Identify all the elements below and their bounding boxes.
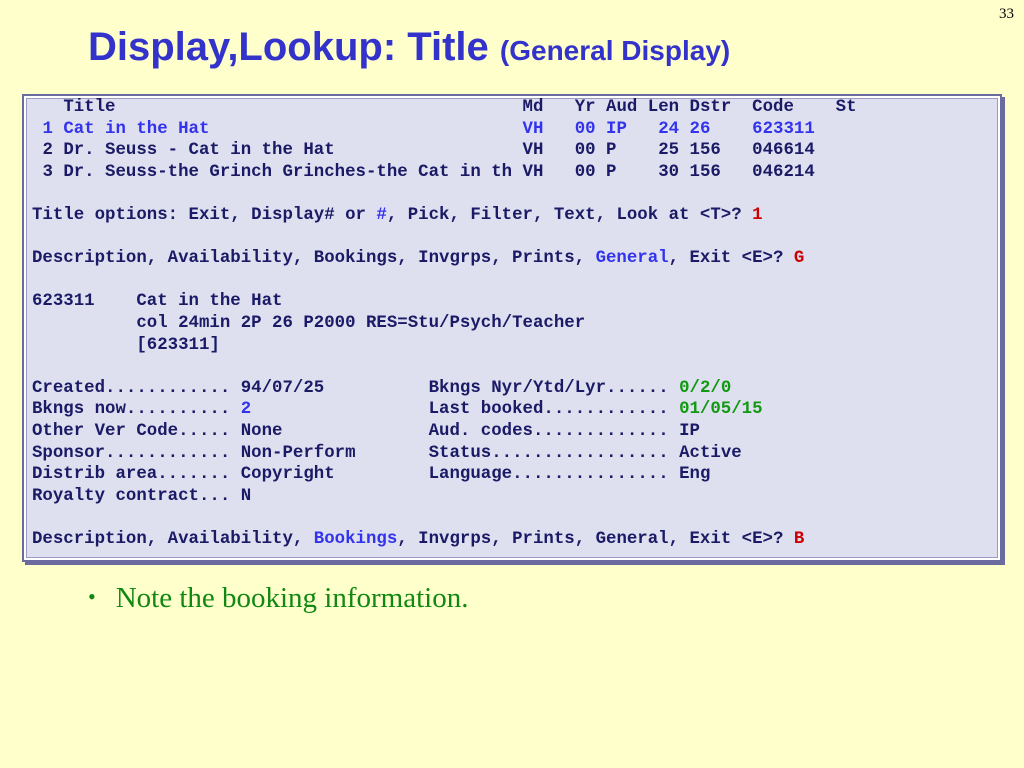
field-label: Created............ [32, 378, 231, 398]
prompt-answer[interactable]: 1 [752, 206, 762, 225]
row-dstr: 26 [689, 119, 711, 139]
row-dstr: 156 [689, 162, 721, 182]
field-value: N [240, 486, 252, 506]
row-aud: P [606, 162, 617, 182]
row-title: Cat in the Hat [63, 119, 210, 139]
field-label: Distrib area....... [32, 465, 231, 485]
slide-title-sub: (General Display) [499, 35, 731, 66]
field-value: Eng [679, 465, 711, 485]
row-md: VH [522, 162, 544, 182]
field-label: Other Ver Code..... [32, 421, 231, 441]
col-aud: Aud [606, 98, 638, 117]
field-row: Bkngs now.......... 2 Last booked.......… [32, 399, 857, 421]
prompt-text: Description, Availability, Bookings, Inv… [32, 249, 596, 269]
field-label: Bkngs now.......... [32, 400, 231, 420]
display-options-prompt-bookings[interactable]: Description, Availability, Bookings, Inv… [32, 529, 857, 551]
prompt-text: Description, Availability, [32, 529, 314, 549]
field-row: Distrib area....... Copyright Language..… [32, 464, 857, 486]
field-label: Language............... [428, 465, 669, 485]
bullet-dot-icon: • [88, 584, 96, 609]
row-title: Dr. Seuss - Cat in the Hat [63, 141, 335, 161]
col-dstr: Dstr [689, 98, 732, 117]
display-options-prompt[interactable]: Description, Availability, Bookings, Inv… [32, 248, 857, 270]
prompt-text: , Exit <E>? [668, 249, 794, 269]
detail-ref-text: [623311] [136, 335, 220, 355]
detail-code: 623311 [32, 292, 95, 312]
field-label: Sponsor............ [32, 443, 231, 463]
row-number: 1 [42, 119, 53, 139]
row-number: 3 [42, 162, 53, 182]
row-md: VH [522, 119, 544, 139]
detail-description: col 24min 2P 26 P2000 RES=Stu/Psych/Teac… [32, 313, 857, 335]
row-yr: 00 [574, 141, 596, 161]
field-label: Status................. [428, 443, 669, 463]
field-row: Other Ver Code..... None Aud. codes.....… [32, 421, 857, 443]
field-row: Sponsor............ Non-Perform Status..… [32, 443, 857, 465]
col-yr: Yr [574, 98, 596, 117]
row-code: 623311 [752, 119, 815, 139]
row-code: 046214 [752, 162, 815, 182]
field-value: None [240, 421, 283, 441]
col-st: St [835, 98, 857, 117]
row-dstr: 156 [689, 141, 721, 161]
detail-desc-text: col 24min 2P 26 P2000 RES=Stu/Psych/Teac… [136, 313, 586, 333]
field-label: Bkngs Nyr/Ytd/Lyr...... [428, 378, 669, 398]
bullet-text: Note the booking information. [115, 582, 469, 614]
row-yr: 00 [574, 119, 596, 139]
result-row[interactable]: 2 Dr. Seuss - Cat in the Hat VH 00 P 25 … [32, 140, 857, 162]
prompt-answer[interactable]: B [794, 530, 804, 549]
row-yr: 00 [574, 162, 596, 182]
field-label: Royalty contract... [32, 486, 231, 506]
slide-title-main: Display,Lookup: Title [88, 25, 489, 69]
col-len: Len [647, 98, 680, 117]
field-row: Created............ 94/07/25 Bkngs Nyr/Y… [32, 378, 857, 400]
col-title: Title [63, 98, 116, 117]
field-value: 01/05/15 [679, 400, 763, 420]
field-value: Active [679, 443, 742, 463]
row-aud: P [606, 141, 617, 161]
prompt-answer[interactable]: G [794, 249, 804, 268]
field-label: Last booked............ [428, 400, 669, 420]
row-md: VH [522, 141, 544, 161]
field-row: Royalty contract... N [32, 486, 857, 508]
bullet-item: • Note the booking information. [88, 582, 468, 615]
row-number: 2 [42, 141, 53, 161]
col-code: Code [752, 98, 794, 117]
field-value: Non-Perform [240, 443, 356, 463]
prompt-text: , Invgrps, Prints, General, Exit <E>? [397, 529, 794, 549]
row-title: Dr. Seuss-the Grinch Grinches-the Cat in… [63, 162, 513, 182]
row-aud: IP [606, 119, 627, 139]
prompt-text: Title options: Exit, Display# or [32, 205, 377, 225]
page-number: 33 [999, 6, 1014, 22]
detail-reference: [623311] [32, 335, 857, 357]
field-value: 2 [240, 400, 252, 420]
field-label: Aud. codes............. [428, 421, 669, 441]
field-value: Copyright [240, 465, 335, 485]
result-row[interactable]: 1 Cat in the Hat VH 00 IP 24 26 623311 [32, 119, 857, 141]
field-value: 94/07/25 [240, 378, 325, 398]
detail-header: 623311 Cat in the Hat [32, 291, 857, 313]
field-value: 0/2/0 [679, 378, 732, 398]
row-len: 25 [658, 141, 680, 161]
result-row[interactable]: 3 Dr. Seuss-the Grinch Grinches-the Cat … [32, 162, 857, 184]
row-len: 30 [658, 162, 680, 182]
prompt-text: , Pick, Filter, Text, Look at <T>? [386, 205, 753, 225]
col-md: Md [522, 98, 544, 117]
row-code: 046614 [752, 141, 815, 161]
display-hash-option: # [376, 205, 387, 225]
general-option: General [595, 249, 669, 269]
bookings-option: Bookings [313, 529, 398, 549]
detail-title: Cat in the Hat [136, 292, 283, 312]
row-len: 24 [658, 119, 680, 139]
field-value: IP [679, 421, 700, 441]
results-header: Title Md Yr Aud Len Dstr Code St [32, 97, 857, 119]
terminal-screen: Title Md Yr Aud Len Dstr Code St 1 Cat i… [32, 97, 857, 550]
title-options-prompt[interactable]: Title options: Exit, Display# or #, Pick… [32, 205, 857, 227]
slide-title: Display,Lookup: Title (General Display) [88, 22, 730, 76]
